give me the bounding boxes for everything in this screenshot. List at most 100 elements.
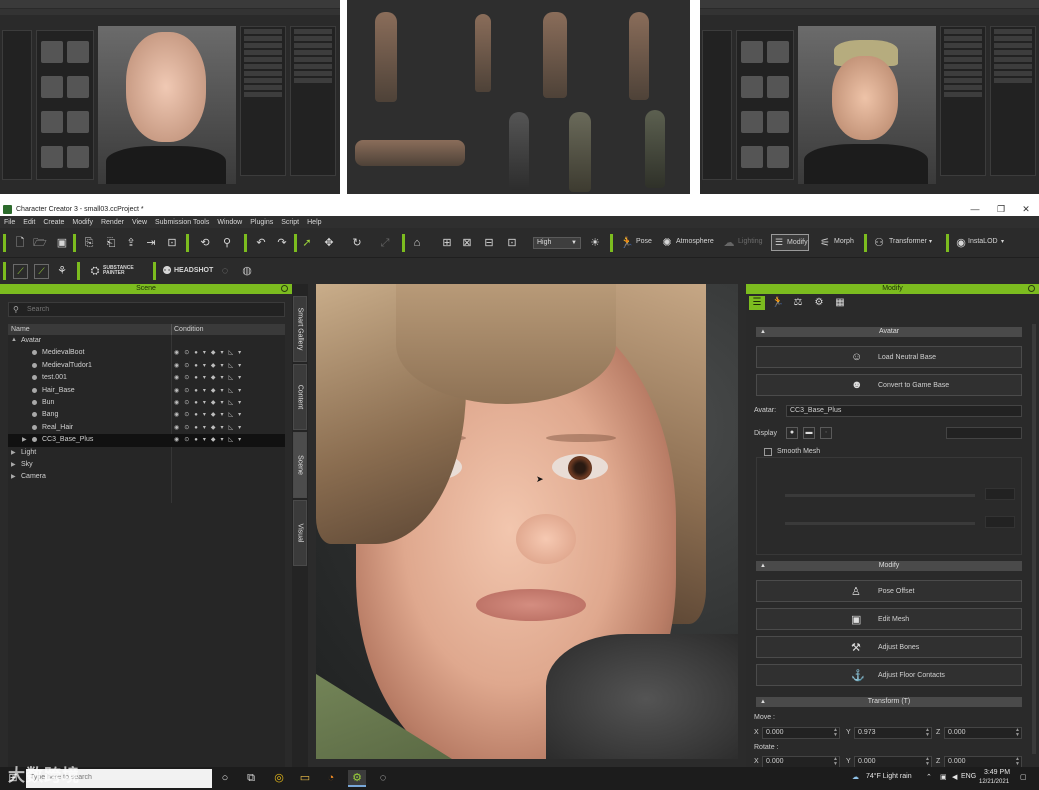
move-tool-icon[interactable]: ✥ xyxy=(322,236,336,250)
frame-selected-icon[interactable]: ⊞ xyxy=(440,236,454,250)
move-y-input[interactable]: 0.973 ▲ ▼ xyxy=(854,727,932,739)
spinner-arrows-icon[interactable]: ▲ ▼ xyxy=(925,728,930,738)
condition-icons[interactable]: ◉⊙●▾◆▾◺▾ xyxy=(174,374,246,381)
bone-tool-icon[interactable]: ⟋ xyxy=(13,264,28,279)
scene-tree-row[interactable]: test.001 ◉⊙●▾◆▾◺▾ xyxy=(8,372,285,384)
redo-icon[interactable]: ↷ xyxy=(275,236,289,250)
column-name-header[interactable]: Name xyxy=(11,326,30,333)
app-task-icon[interactable]: ◌ xyxy=(374,770,392,787)
menu-plugins[interactable]: Plugins xyxy=(250,219,273,226)
adjust-bones-button[interactable]: ⚒ Adjust Bones xyxy=(756,636,1022,658)
expand-arrow-icon[interactable]: ▶ xyxy=(11,449,16,456)
home-view-icon[interactable]: ⌂ xyxy=(410,236,424,250)
modify-section-header[interactable]: ▲ Modify xyxy=(756,561,1022,571)
headshot-settings-icon[interactable]: ◍ xyxy=(240,264,254,278)
lighting-button[interactable]: Lighting xyxy=(738,238,763,245)
menu-window[interactable]: Window xyxy=(217,219,242,226)
headshot-button[interactable]: HEADSHOT xyxy=(174,267,213,274)
expand-arrow-icon[interactable]: ▶ xyxy=(22,436,27,443)
new-project-icon[interactable]: 🗋 xyxy=(13,236,27,250)
spinner-arrows-icon[interactable]: ▲ ▼ xyxy=(1015,728,1020,738)
morph-icon[interactable]: ⚟ xyxy=(818,236,832,250)
modify-panel-scrollbar[interactable] xyxy=(1032,324,1036,754)
menu-edit[interactable]: Edit xyxy=(23,219,35,226)
scene-tree-row[interactable]: ▲ Avatar xyxy=(8,335,285,347)
atmosphere-icon[interactable]: ✺ xyxy=(660,236,674,250)
select-arrow-icon[interactable]: ➚ xyxy=(300,236,314,250)
maximize-button[interactable]: ❐ xyxy=(989,202,1013,216)
spinner-arrows-icon[interactable]: ▲ ▼ xyxy=(1015,757,1020,767)
weather-text[interactable]: 74°F Light rain xyxy=(866,773,912,780)
condition-icons[interactable]: ◉⊙●▾◆▾◺▾ xyxy=(174,399,246,406)
instalod-icon[interactable]: ◉ xyxy=(954,236,968,250)
scene-tree-row[interactable]: ▶ CC3_Base_Plus ◉⊙●▾◆▾◺▾ xyxy=(8,434,285,447)
transformer-button[interactable]: Transformer xyxy=(889,238,927,245)
expand-arrow-icon[interactable]: ▶ xyxy=(11,473,16,480)
tab-scene[interactable]: Scene xyxy=(293,432,307,498)
headshot-logo-icon[interactable]: ⚉ xyxy=(160,264,174,278)
chrome-icon[interactable]: ◎ xyxy=(270,770,288,787)
menu-script[interactable]: Script xyxy=(281,219,299,226)
save-icon[interactable]: ▣ xyxy=(55,236,69,250)
menu-file[interactable]: File xyxy=(4,219,15,226)
move-x-input[interactable]: 0.000 ▲ ▼ xyxy=(762,727,840,739)
scene-tree-row[interactable]: ▶ Sky xyxy=(8,459,285,471)
render-quality-select[interactable]: High ▼ xyxy=(533,237,581,249)
lighting-icon[interactable]: ☁ xyxy=(722,236,736,250)
scene-tree-row[interactable]: MedievalBoot ◉⊙●▾◆▾◺▾ xyxy=(8,347,285,359)
substance-painter-button[interactable]: SUBSTANCE PAINTER xyxy=(103,266,134,276)
menu-view[interactable]: View xyxy=(132,219,147,226)
rotate-tool-icon[interactable]: ↻ xyxy=(350,236,364,250)
move-z-input[interactable]: 0.000 ▲ ▼ xyxy=(944,727,1022,739)
weather-icon[interactable]: ☁ xyxy=(852,773,859,781)
zoom-extents-icon[interactable]: ⊟ xyxy=(482,236,496,250)
spinner-arrows-icon[interactable]: ▲ ▼ xyxy=(925,757,930,767)
network-icon[interactable]: ▣ xyxy=(940,773,947,781)
tab-morph-icon[interactable]: ⚖ xyxy=(790,296,806,310)
scene-tree-row[interactable]: ▶ Camera xyxy=(8,471,285,483)
minimize-button[interactable]: — xyxy=(963,202,987,216)
export-fbx-icon[interactable]: ⇥ xyxy=(144,236,158,250)
condition-icons[interactable]: ◉⊙●▾◆▾◺▾ xyxy=(174,424,246,431)
instalod-button[interactable]: InstaLOD xyxy=(968,238,998,245)
scene-tree-row[interactable]: Real_Hair ◉⊙●▾◆▾◺▾ xyxy=(8,422,285,434)
camera-view-icon[interactable]: ⊡ xyxy=(505,236,519,250)
scale-tool-icon[interactable]: ⤢ xyxy=(378,236,392,250)
instalod-dropdown-icon[interactable]: ▾ xyxy=(1001,238,1004,245)
avatar-name-field[interactable]: CC3_Base_Plus xyxy=(786,405,1022,417)
transformer-dropdown-icon[interactable]: ▾ xyxy=(929,238,932,245)
display-xray-icon[interactable]: ◦ xyxy=(820,427,832,439)
sun-light-icon[interactable]: ☀ xyxy=(588,236,602,250)
column-condition-header[interactable]: Condition xyxy=(174,326,204,333)
modify-toolbar-button[interactable]: ☰ Modify xyxy=(771,234,809,251)
tab-visual[interactable]: Visual xyxy=(293,500,307,566)
condition-icons[interactable]: ◉⊙●▾◆▾◺▾ xyxy=(174,436,246,443)
pose-offset-button[interactable]: ♙ Pose Offset xyxy=(756,580,1022,602)
tab-material-icon[interactable]: ⚙ xyxy=(811,296,827,310)
smooth-mesh-checkbox[interactable] xyxy=(764,448,772,456)
scene-tree-row[interactable]: ▶ Light xyxy=(8,447,285,459)
scene-tree-row[interactable]: Hair_Base ◉⊙●▾◆▾◺▾ xyxy=(8,385,285,397)
panel-pin-icon[interactable] xyxy=(1028,285,1035,292)
spinner-arrows-icon[interactable]: ▲ ▼ xyxy=(833,757,838,767)
export-icon[interactable]: ⇪ xyxy=(124,236,138,250)
import-icon[interactable]: ⎘ xyxy=(82,236,96,250)
condition-icons[interactable]: ◉⊙●▾◆▾◺▾ xyxy=(174,349,246,356)
pose-button[interactable]: Pose xyxy=(636,238,652,245)
import-object-icon[interactable]: ⎗ xyxy=(104,236,118,250)
avatar-section-header[interactable]: ▲ Avatar xyxy=(756,327,1022,337)
close-button[interactable]: ✕ xyxy=(1014,202,1038,216)
pose-icon[interactable]: 🏃 xyxy=(620,236,634,250)
display-wire-icon[interactable]: ▬ xyxy=(803,427,815,439)
tab-content[interactable]: Content xyxy=(293,364,307,430)
tray-chevron-icon[interactable]: ⌃ xyxy=(926,773,932,781)
condition-icons[interactable]: ◉⊙●▾◆▾◺▾ xyxy=(174,362,246,369)
adjust-floor-contacts-button[interactable]: ⚓ Adjust Floor Contacts xyxy=(756,664,1022,686)
menu-render[interactable]: Render xyxy=(101,219,124,226)
atmosphere-button[interactable]: Atmosphere xyxy=(676,238,714,245)
notifications-icon[interactable]: ▢ xyxy=(1020,773,1027,781)
clock-date[interactable]: 12/21/2021 xyxy=(979,779,1009,785)
display-solid-icon[interactable]: ● xyxy=(786,427,798,439)
substance-logo-icon[interactable]: ⛭ xyxy=(88,264,102,278)
edit-mesh-button[interactable]: ▣ Edit Mesh xyxy=(756,608,1022,630)
